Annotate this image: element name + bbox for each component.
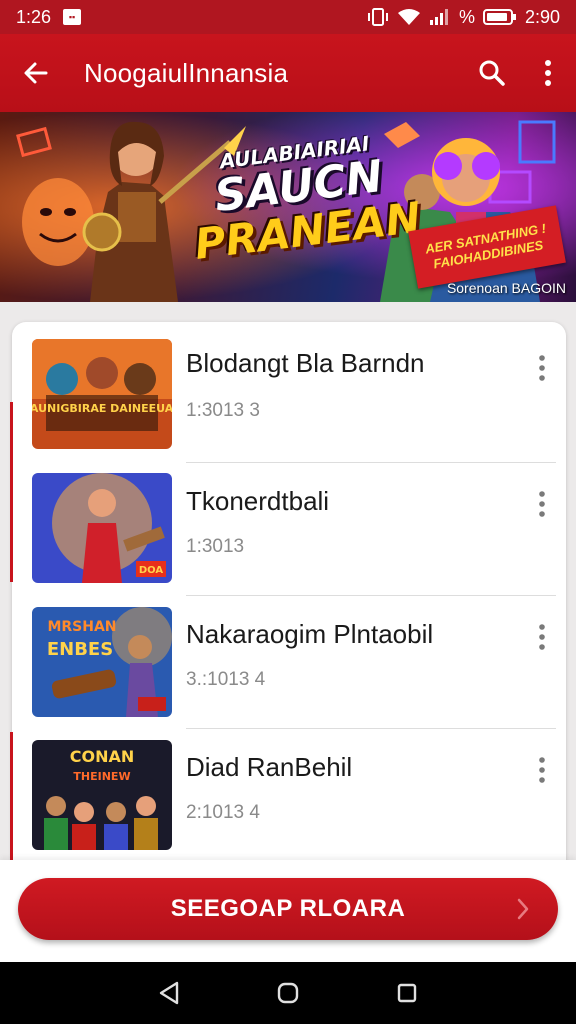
triangle-back-icon <box>160 981 179 1005</box>
status-bar: 1:26 ▪▪ % 2:90 <box>0 0 576 34</box>
thumbnail-caption: BAUNIGBIRAE DAINEEUAN <box>32 402 172 415</box>
primary-action-label: SEEGOAP RLOARA <box>170 895 406 922</box>
item-meta: 3.:1013 4 <box>186 669 266 690</box>
more-vert-icon <box>539 757 545 783</box>
square-recents-icon <box>397 983 416 1003</box>
thumbnail: CONAN THEINEW <box>32 740 172 850</box>
app-bar: NoogaiulInnansia <box>0 34 576 112</box>
status-left: 1:26 ▪▪ <box>16 6 82 28</box>
list-item[interactable]: CONAN THEINEW Diad RanBehil 2:1013 4 <box>12 728 566 862</box>
thumbnail-subtitle: ENBES <box>47 639 113 660</box>
item-meta: 2:1013 4 <box>186 802 260 823</box>
thumbnail-title: CONAN <box>70 747 135 766</box>
battery-percent-label: % <box>458 6 475 27</box>
list-accent-mark <box>10 402 13 582</box>
more-vert-icon <box>539 624 545 650</box>
overflow-menu-button[interactable] <box>520 34 576 112</box>
item-meta: 1:3013 3 <box>186 400 260 421</box>
list-item[interactable]: MRSHAN ENBES Nakaraogim Plntaobil 3.:101… <box>12 595 566 729</box>
status-time: 1:26 <box>16 6 52 27</box>
more-vert-icon <box>545 60 551 86</box>
more-vert-icon <box>539 355 545 381</box>
item-title: Nakaraogim Plntaobil <box>186 619 434 649</box>
wifi-icon <box>397 8 421 26</box>
nav-back-button[interactable] <box>149 973 189 1013</box>
thumbnail-title: MRSHAN <box>47 619 116 635</box>
search-button[interactable] <box>464 34 520 112</box>
circle-home-icon <box>277 982 299 1004</box>
thumbnail: BAUNIGBIRAE DAINEEUAN <box>32 339 172 449</box>
more-vert-icon <box>539 491 545 517</box>
list-accent-mark <box>10 732 13 860</box>
back-button[interactable] <box>0 34 72 112</box>
primary-action-button[interactable]: SEEGOAP RLOARA <box>18 878 558 940</box>
banner-caption: Sorenoan BAGOIN <box>446 280 566 296</box>
chevron-right-icon <box>517 898 529 920</box>
thumbnail-caption: DOA <box>139 565 164 576</box>
item-meta: 1:3013 <box>186 536 245 557</box>
item-more-button[interactable] <box>526 346 558 390</box>
status-clock-right: 2:90 <box>524 6 560 27</box>
list-item[interactable]: BAUNIGBIRAE DAINEEUAN Blodangt Bla Barnd… <box>12 322 566 456</box>
item-more-button[interactable] <box>526 615 558 659</box>
page-title: NoogaiulInnansia <box>84 57 289 88</box>
item-more-button[interactable] <box>526 748 558 792</box>
item-more-button[interactable] <box>526 482 558 526</box>
arrow-left-icon <box>24 62 48 84</box>
item-title: Diad RanBehil <box>186 752 353 782</box>
thumbnail-subtitle: THEINEW <box>73 770 130 783</box>
signal-icon <box>429 8 451 26</box>
game-list: BAUNIGBIRAE DAINEEUAN Blodangt Bla Barnd… <box>12 322 566 882</box>
promo-banner[interactable]: AULABIAIRIAI SAUCN PRANEAN AER SATNATHIN… <box>0 112 576 302</box>
thumbnail: MRSHAN ENBES <box>32 607 172 717</box>
item-title: Blodangt Bla Barndn <box>186 348 425 378</box>
system-nav-bar <box>0 962 576 1024</box>
nav-home-button[interactable] <box>268 973 308 1013</box>
nav-recents-button[interactable] <box>387 973 427 1013</box>
list-item[interactable]: DOA Tkonerdtbali 1:3013 <box>12 462 566 596</box>
thumbnail: DOA <box>32 473 172 583</box>
item-title: Tkonerdtbali <box>186 486 330 516</box>
vibrate-icon <box>367 8 389 26</box>
search-icon <box>479 60 505 86</box>
status-right: % 2:90 <box>367 7 560 28</box>
message-icon: ▪▪ <box>63 9 82 25</box>
battery-icon <box>482 8 517 26</box>
